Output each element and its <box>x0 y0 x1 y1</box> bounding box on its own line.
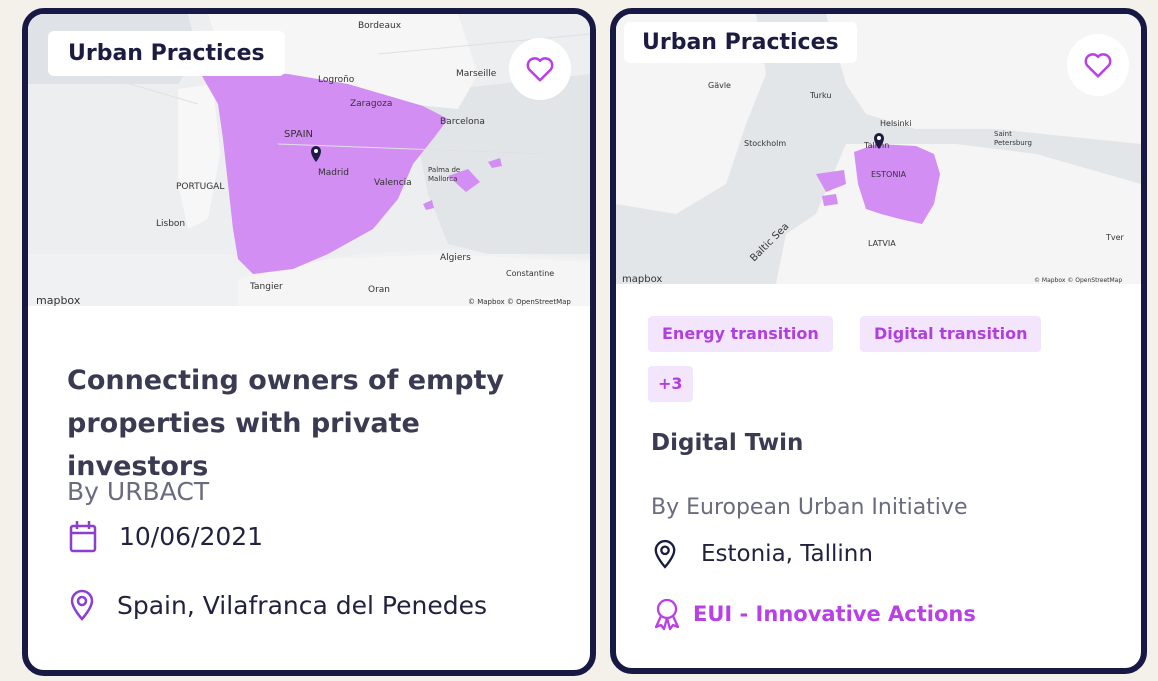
calendar-icon <box>69 519 97 553</box>
svg-text:Mallorca: Mallorca <box>428 175 457 183</box>
svg-text:Madrid: Madrid <box>318 168 349 178</box>
favorite-button[interactable] <box>1067 34 1129 96</box>
map-pin-icon <box>653 539 677 569</box>
svg-text:ESTONIA: ESTONIA <box>871 170 907 179</box>
svg-text:Turku: Turku <box>809 91 832 100</box>
svg-text:© Mapbox © OpenStreetMap: © Mapbox © OpenStreetMap <box>468 298 571 306</box>
card-title[interactable]: Connecting owners of empty properties wi… <box>67 359 567 488</box>
practice-card-2[interactable]: Gävle Turku Helsinki Saint Petersburg St… <box>610 8 1147 674</box>
location-text: Spain, Vilafranca del Penedes <box>117 590 487 620</box>
svg-text:Gävle: Gävle <box>708 81 731 90</box>
svg-text:Palma de: Palma de <box>428 166 460 174</box>
svg-text:Helsinki: Helsinki <box>880 119 911 128</box>
svg-text:PORTUGAL: PORTUGAL <box>176 182 224 192</box>
author-text: By URBACT <box>67 477 210 506</box>
location-text: Estonia, Tallinn <box>701 541 873 567</box>
location-row: Spain, Vilafranca del Penedes <box>69 589 487 621</box>
tag-energy-transition[interactable]: Energy transition <box>648 316 833 352</box>
svg-text:mapbox: mapbox <box>36 294 81 306</box>
svg-text:Bordeaux: Bordeaux <box>358 21 402 31</box>
location-row: Estonia, Tallinn <box>653 539 873 569</box>
svg-text:Tangier: Tangier <box>249 282 283 292</box>
svg-text:Lisbon: Lisbon <box>156 219 185 229</box>
program-text[interactable]: EUI - Innovative Actions <box>693 602 976 626</box>
svg-text:mapbox: mapbox <box>622 274 662 284</box>
svg-text:Stockholm: Stockholm <box>744 139 786 148</box>
card-title[interactable]: Digital Twin <box>651 430 803 456</box>
author-text: By European Urban Initiative <box>651 495 968 520</box>
svg-text:SPAIN: SPAIN <box>284 129 313 140</box>
svg-text:Marseille: Marseille <box>456 69 497 79</box>
map-pin-icon <box>69 589 95 621</box>
svg-text:Logroño: Logroño <box>318 75 355 85</box>
svg-text:Tver: Tver <box>1105 233 1125 242</box>
svg-text:LATVIA: LATVIA <box>868 239 896 248</box>
practice-card-1[interactable]: Bordeaux Logroño Zaragoza Marseille Barc… <box>22 8 596 676</box>
category-badge: Urban Practices <box>624 22 857 63</box>
svg-text:Petersburg: Petersburg <box>994 139 1032 147</box>
favorite-button[interactable] <box>509 38 571 100</box>
date-text: 10/06/2021 <box>119 521 264 551</box>
svg-text:Saint: Saint <box>994 130 1012 138</box>
svg-text:Oran: Oran <box>368 285 390 295</box>
program-row[interactable]: EUI - Innovative Actions <box>651 597 976 631</box>
svg-text:Algiers: Algiers <box>440 253 471 263</box>
tag-more[interactable]: +3 <box>648 366 693 402</box>
tag-digital-transition[interactable]: Digital transition <box>860 316 1042 352</box>
svg-text:© Mapbox © OpenStreetMap: © Mapbox © OpenStreetMap <box>1034 277 1122 284</box>
svg-text:Constantine: Constantine <box>506 269 554 278</box>
heart-icon <box>526 57 554 82</box>
award-icon <box>651 597 683 631</box>
date-row: 10/06/2021 <box>69 519 263 553</box>
category-badge: Urban Practices <box>48 31 285 76</box>
svg-text:Zaragoza: Zaragoza <box>350 99 392 109</box>
heart-icon <box>1084 53 1112 78</box>
svg-text:Barcelona: Barcelona <box>440 117 485 127</box>
svg-text:Valencia: Valencia <box>374 178 412 188</box>
